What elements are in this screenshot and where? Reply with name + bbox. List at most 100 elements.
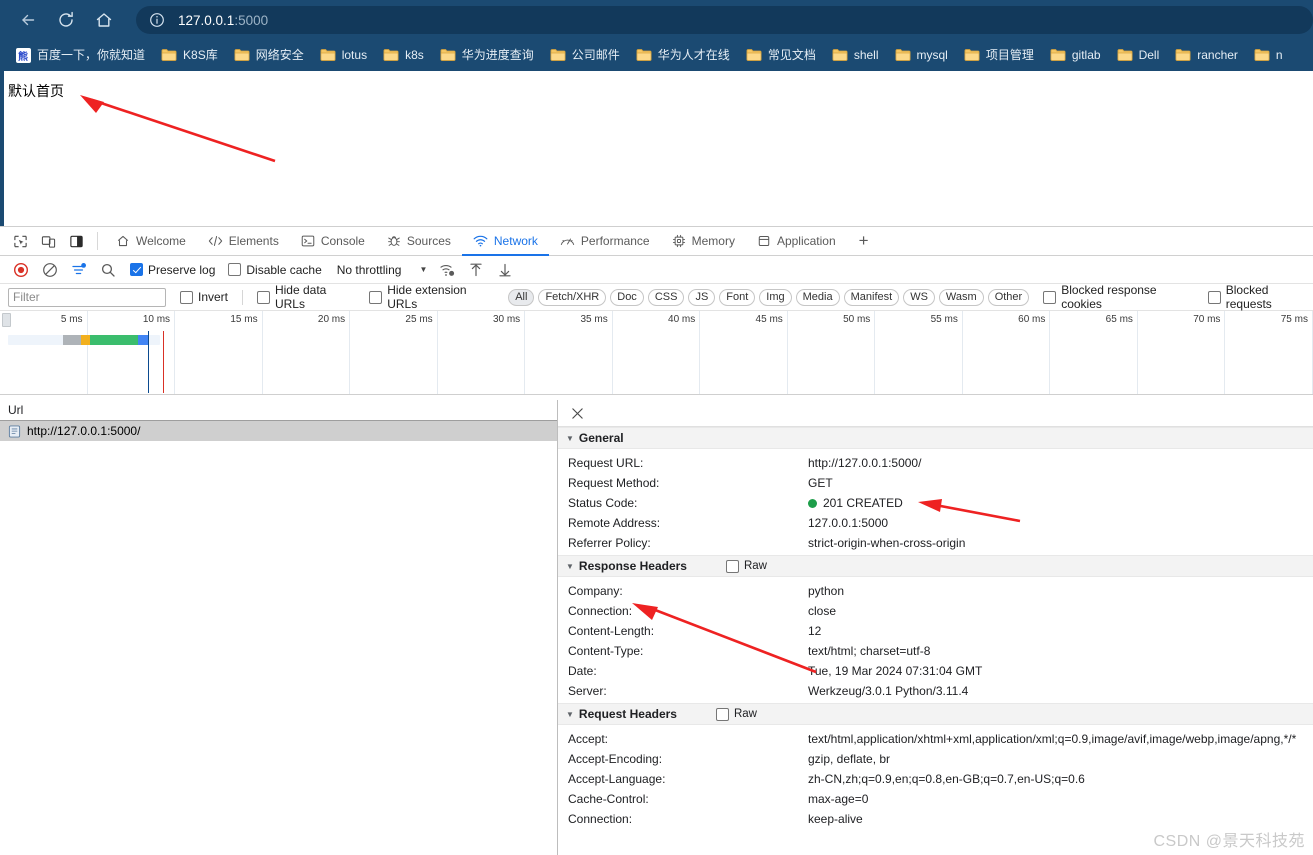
- type-filter-js[interactable]: JS: [688, 288, 716, 306]
- hide-extension-urls-checkbox[interactable]: Hide extension URLs: [369, 283, 494, 311]
- blocked-requests-checkbox[interactable]: Blocked requests: [1207, 283, 1313, 311]
- bookmark-item[interactable]: 华为进度查询: [433, 43, 541, 67]
- import-har-icon[interactable]: [463, 258, 489, 282]
- hide-extension-urls-label: Hide extension URLs: [387, 283, 467, 311]
- request-header-key: Cache-Control:: [568, 792, 649, 806]
- invert-checkbox[interactable]: Invert: [180, 290, 228, 304]
- request-header-key: Accept-Language:: [568, 772, 666, 786]
- type-filter-all[interactable]: All: [508, 288, 535, 306]
- response-raw-label: Raw: [743, 560, 767, 572]
- type-filter-media[interactable]: Media: [795, 288, 840, 306]
- blocked-requests-box[interactable]: [1207, 290, 1221, 304]
- blocked-response-cookies-box[interactable]: [1043, 290, 1057, 304]
- tab-application[interactable]: Application: [746, 227, 847, 255]
- section-header-general[interactable]: ▼ General: [558, 427, 1313, 449]
- bookmark-item[interactable]: 网络安全: [227, 43, 311, 67]
- type-filter-ws[interactable]: WS: [903, 288, 935, 306]
- load-event-line: [163, 331, 164, 393]
- invert-box[interactable]: [180, 290, 193, 304]
- search-icon[interactable]: [95, 258, 121, 282]
- network-overview-timeline[interactable]: 5 ms 10 ms 15 ms 20 ms 25 ms 30 ms 35 ms 40 ms 4…: [0, 311, 1313, 395]
- back-button[interactable]: [12, 4, 44, 36]
- bookmark-label: 公司邮件: [571, 48, 620, 62]
- clear-button[interactable]: [37, 258, 63, 282]
- type-filter-doc[interactable]: Doc: [610, 288, 644, 306]
- add-panel-button[interactable]: +: [847, 227, 881, 255]
- network-conditions-icon[interactable]: [434, 258, 460, 282]
- preserve-log-checkbox[interactable]: Preserve log: [130, 263, 215, 277]
- device-toolbar-icon[interactable]: [34, 227, 62, 255]
- bookmark-label: n: [1275, 48, 1283, 62]
- blocked-response-cookies-checkbox[interactable]: Blocked response cookies: [1043, 283, 1194, 311]
- bookmark-item[interactable]: n: [1247, 43, 1290, 67]
- timeline-cell: 20 ms: [263, 311, 351, 394]
- info-circle-icon[interactable]: [148, 11, 166, 29]
- tab-console[interactable]: Console: [290, 227, 376, 255]
- bookmark-item[interactable]: 熊百度一下，你就知道: [8, 43, 152, 67]
- filter-toggle-button[interactable]: [66, 258, 92, 282]
- bookmark-item[interactable]: 华为人才在线: [629, 43, 737, 67]
- request-raw-box[interactable]: [715, 707, 729, 721]
- tab-sources[interactable]: Sources: [376, 227, 462, 255]
- section-header-request-headers[interactable]: ▼ Request Headers Raw: [558, 703, 1313, 725]
- bookmark-item[interactable]: lotus: [313, 43, 374, 67]
- reload-button[interactable]: [50, 4, 82, 36]
- bookmark-item[interactable]: shell: [825, 43, 886, 67]
- dock-side-icon[interactable]: [62, 227, 90, 255]
- folder-icon: [832, 47, 848, 63]
- type-filter-img[interactable]: Img: [759, 288, 792, 306]
- close-icon[interactable]: [562, 400, 592, 426]
- bookmark-item[interactable]: K8S库: [154, 43, 225, 67]
- preserve-log-box[interactable]: [130, 263, 143, 276]
- record-button[interactable]: [8, 258, 34, 282]
- export-har-icon[interactable]: [492, 258, 518, 282]
- bookmark-item[interactable]: mysql: [888, 43, 955, 67]
- timeline-cell: 70 ms: [1138, 311, 1226, 394]
- type-filter-font[interactable]: Font: [719, 288, 756, 306]
- request-list-header-url[interactable]: Url: [0, 400, 557, 421]
- address-bar[interactable]: 127.0.0.1:5000: [136, 6, 1313, 34]
- type-filter-css[interactable]: CSS: [647, 288, 685, 306]
- bookmark-item[interactable]: 公司邮件: [543, 43, 627, 67]
- bookmark-item[interactable]: k8s: [376, 43, 431, 67]
- section-header-response-headers[interactable]: ▼ Response Headers Raw: [558, 555, 1313, 577]
- timeline-scroll-handle[interactable]: [2, 313, 11, 327]
- filter-input[interactable]: [8, 287, 166, 307]
- bookmark-item[interactable]: 项目管理: [957, 43, 1041, 67]
- request-raw-checkbox[interactable]: Raw: [715, 707, 757, 721]
- bookmark-item[interactable]: 常见文档: [739, 43, 823, 67]
- type-filter-other[interactable]: Other: [987, 288, 1030, 306]
- tab-network[interactable]: Network: [461, 227, 549, 256]
- hide-data-urls-checkbox[interactable]: Hide data URLs: [256, 283, 355, 311]
- tab-welcome[interactable]: Welcome: [105, 227, 197, 255]
- toolbar-divider: [97, 232, 98, 250]
- response-raw-checkbox[interactable]: Raw: [725, 559, 767, 573]
- response-header-value: python: [808, 584, 845, 598]
- table-row[interactable]: http://127.0.0.1:5000/: [0, 421, 557, 441]
- bookmark-item[interactable]: gitlab: [1043, 43, 1108, 67]
- timeline-seg-wait: [81, 335, 90, 345]
- hide-extension-urls-box[interactable]: [369, 290, 383, 304]
- throttling-dropdown[interactable]: No throttling ▼: [337, 263, 432, 277]
- triangle-down-icon: ▼: [566, 433, 574, 443]
- bookmark-item[interactable]: Dell: [1110, 43, 1167, 67]
- timeline-tick-label: 25 ms: [405, 314, 433, 325]
- request-detail-pane: ▼ General Request URL: http://127.0.0.1:5…: [558, 400, 1313, 855]
- tab-performance[interactable]: Performance: [549, 227, 661, 255]
- timeline-grid: 5 ms 10 ms 15 ms 20 ms 25 ms 30 ms 35 ms 40 ms 4…: [0, 311, 1313, 394]
- disable-cache-box[interactable]: [228, 263, 242, 276]
- response-raw-box[interactable]: [725, 559, 739, 573]
- bookmarks-bar: 熊百度一下，你就知道 K8S库 网络安全 lotus k8s 华为进度查询 公司邮件 华为人才…: [0, 40, 1313, 70]
- type-filter-manifest[interactable]: Manifest: [843, 288, 900, 306]
- hide-data-urls-box[interactable]: [256, 290, 270, 304]
- disable-cache-checkbox[interactable]: Disable cache: [228, 263, 322, 277]
- timeline-cell: 10 ms: [88, 311, 176, 394]
- home-button[interactable]: [88, 4, 120, 36]
- type-filter-fetch-xhr[interactable]: Fetch/XHR: [538, 288, 607, 306]
- tab-elements[interactable]: Elements: [197, 227, 290, 255]
- bookmark-label: k8s: [405, 48, 424, 62]
- tab-memory[interactable]: Memory: [661, 227, 746, 255]
- bookmark-item[interactable]: rancher: [1168, 43, 1245, 67]
- inspect-element-icon[interactable]: [6, 227, 34, 255]
- type-filter-wasm[interactable]: Wasm: [938, 288, 984, 306]
